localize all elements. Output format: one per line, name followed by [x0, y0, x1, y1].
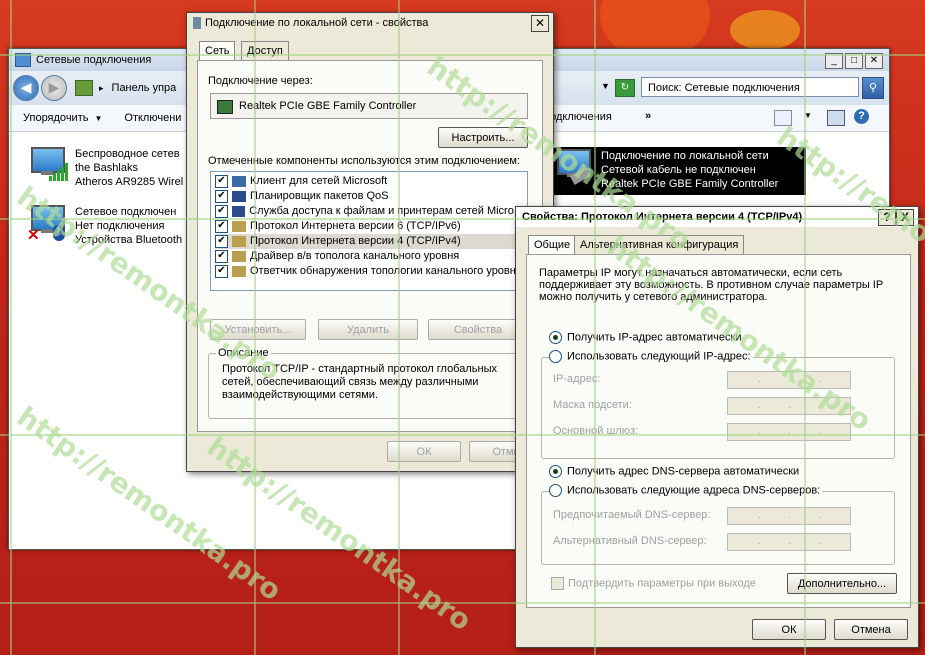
wireless-network-icon [27, 147, 68, 185]
search-icon[interactable]: ⚲ [862, 77, 884, 99]
watermark-line [0, 434, 925, 436]
manual-dns-option[interactable]: Использовать следующие адреса DNS-сервер… [549, 484, 823, 497]
radio-button[interactable] [549, 484, 562, 497]
background-decoration [730, 10, 800, 50]
checkbox[interactable]: ✔ [215, 205, 228, 218]
network-icon [193, 17, 201, 29]
connection-status: the Bashlaks [75, 162, 138, 174]
disable-button[interactable]: Отключени [124, 112, 181, 124]
preview-pane-icon[interactable] [827, 110, 845, 126]
properties-button[interactable]: Свойства [428, 319, 528, 340]
lan-properties-dialog: Подключение по локальной сети - свойства… [186, 12, 554, 472]
control-panel-icon [75, 80, 93, 96]
component-item-selected[interactable]: ✔ Протокол Интернета версии 4 (TCP/IPv4) [215, 234, 523, 249]
component-item[interactable]: ✔ Драйвер в/в тополога канального уровня [215, 249, 523, 264]
adapter-icon [217, 100, 233, 114]
tab-sharing[interactable]: Доступ [241, 41, 289, 60]
component-item[interactable]: ✔ Клиент для сетей Microsoft [215, 174, 523, 189]
connection-device: Atheros AR9285 Wirel [75, 176, 184, 188]
more-commands-button[interactable]: » [645, 110, 651, 122]
radio-button[interactable] [549, 331, 562, 344]
connect-using-label: Подключение через: [208, 75, 313, 87]
lan-dialog-title: Подключение по локальной сети - свойства [205, 17, 429, 29]
service-icon [232, 191, 246, 202]
search-input[interactable]: Поиск: Сетевые подключения [641, 77, 859, 97]
breadcrumb-arrow-icon[interactable]: ▸ [99, 83, 104, 94]
watermark-line [0, 54, 925, 56]
ok-button[interactable]: ОК [752, 619, 826, 640]
tab-network[interactable]: Сеть [199, 41, 236, 60]
checkbox[interactable]: ✔ [215, 235, 228, 248]
watermark-line [0, 218, 925, 220]
client-icon [232, 176, 246, 187]
connection-wireless[interactable]: Беспроводное сетев the Bashlaks Atheros … [27, 147, 183, 189]
address-dropdown-icon[interactable]: ▼ [601, 81, 610, 91]
refresh-icon[interactable]: ↻ [615, 79, 635, 97]
auto-dns-option[interactable]: Получить адрес DNS-сервера автоматически [549, 465, 799, 478]
component-item[interactable]: ✔ Планировщик пакетов QoS [215, 189, 523, 204]
service-icon [231, 206, 246, 217]
adapter-name: Realtek PCIe GBE Family Controller [239, 100, 417, 112]
organize-dropdown-icon[interactable]: ▼ [94, 114, 102, 123]
back-button[interactable]: ◀ [13, 75, 39, 101]
component-item[interactable]: ✔ Ответчик обнаружения топологии канально… [215, 264, 523, 279]
organize-button[interactable]: Упорядочить [23, 112, 88, 124]
radio-button[interactable] [549, 465, 562, 478]
watermark-line [804, 0, 806, 655]
protocol-icon [232, 251, 246, 262]
watermark-line [594, 0, 596, 655]
checkbox[interactable]: ✔ [215, 190, 228, 203]
checkbox[interactable]: ✔ [215, 220, 228, 233]
preferred-dns-label: Предпочитаемый DNS-сервер: [553, 509, 711, 521]
breadcrumb[interactable]: Панель упра [112, 82, 177, 94]
checkbox[interactable]: ✔ [215, 250, 228, 263]
remove-button[interactable]: Удалить [318, 319, 418, 340]
checkbox[interactable]: ✔ [215, 175, 228, 188]
lan-dialog-titlebar: Подключение по локальной сети - свойства… [187, 13, 553, 33]
ipv4-tabs: Общие Альтернативная конфигурация [526, 235, 906, 255]
alternate-dns-label: Альтернативный DNS-сервер: [553, 535, 707, 547]
help-icon[interactable]: ? [854, 109, 869, 124]
validate-option[interactable]: Подтвердить параметры при выходе [551, 577, 756, 590]
manual-ip-option[interactable]: Использовать следующий IP-адрес: [549, 350, 753, 363]
lan-tabs: Сеть Доступ [197, 41, 543, 61]
connection-name: Сетевое подключен [75, 206, 177, 218]
gateway-input[interactable]: ... [727, 423, 851, 441]
connection-name: Подключение по локальной сети [601, 150, 769, 162]
checkbox[interactable]: ✔ [215, 265, 228, 278]
error-x-icon: ✕ [27, 227, 40, 244]
protocol-icon [232, 236, 246, 247]
protocol-icon [232, 221, 246, 232]
connection-name: Беспроводное сетев [75, 148, 180, 160]
radio-button[interactable] [549, 350, 562, 363]
component-item[interactable]: ✔ Протокол Интернета версии 6 (TCP/IPv6) [215, 219, 523, 234]
alternate-dns-input[interactable]: ... [727, 533, 851, 551]
connection-status: Сетевой кабель не подключен [601, 164, 756, 176]
components-list[interactable]: ✔ Клиент для сетей Microsoft ✔ Планировщик… [210, 171, 528, 291]
ipv4-dialog-titlebar: Свойства: Протокол Интернета версии 4 (T… [516, 207, 918, 227]
preferred-dns-input[interactable]: ... [727, 507, 851, 525]
component-item[interactable]: ✔ Служба доступа к файлам и принтерам сет… [215, 204, 523, 219]
tab-general[interactable]: Общие [528, 235, 577, 254]
subnet-label: Маска подсети: [553, 399, 632, 411]
cancel-button[interactable]: Отмена [834, 619, 908, 640]
watermark-line [10, 0, 12, 655]
close-button[interactable]: ✕ [531, 15, 549, 32]
forward-button[interactable]: ▶ [41, 75, 67, 101]
checkbox[interactable] [551, 577, 564, 590]
protocol-icon [232, 266, 246, 277]
